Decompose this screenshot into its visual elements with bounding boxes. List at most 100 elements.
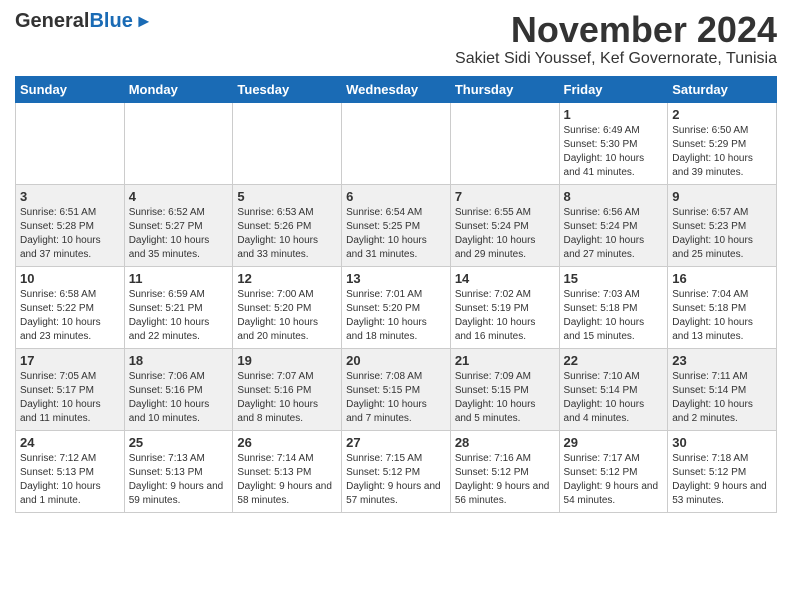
day-number: 12 bbox=[237, 271, 337, 286]
day-info: Sunrise: 6:57 AM Sunset: 5:23 PM Dayligh… bbox=[672, 206, 772, 262]
calendar-cell: 28 Sunrise: 7:16 AM Sunset: 5:12 PM Dayli… bbox=[450, 430, 559, 512]
day-number: 5 bbox=[237, 189, 337, 204]
page-container: General Blue ► November 2024 Sakiet Sidi… bbox=[0, 0, 792, 523]
calendar-cell: 18 Sunrise: 7:06 AM Sunset: 5:16 PM Dayli… bbox=[124, 348, 233, 430]
header-day-wednesday: Wednesday bbox=[342, 76, 451, 102]
logo-general-text: General bbox=[15, 10, 89, 33]
calendar-cell: 10Sunrise: 6:58 AM Sunset: 5:22 PM Dayli… bbox=[16, 266, 125, 348]
day-info: Sunrise: 7:10 AM Sunset: 5:14 PM Dayligh… bbox=[564, 370, 664, 426]
day-number: 11 bbox=[129, 271, 229, 286]
week-row-1: 1 Sunrise: 6:49 AM Sunset: 5:30 PM Daylig… bbox=[16, 102, 777, 184]
day-number: 26 bbox=[237, 435, 337, 450]
calendar-cell: 11 Sunrise: 6:59 AM Sunset: 5:21 PM Dayli… bbox=[124, 266, 233, 348]
day-info: Sunrise: 7:05 AM Sunset: 5:17 PM Dayligh… bbox=[20, 370, 120, 426]
day-number: 2 bbox=[672, 107, 772, 122]
day-info: Sunrise: 7:07 AM Sunset: 5:16 PM Dayligh… bbox=[237, 370, 337, 426]
day-number: 3 bbox=[20, 189, 120, 204]
logo-blue-text: Blue bbox=[89, 10, 132, 33]
header: General Blue ► November 2024 Sakiet Sidi… bbox=[15, 10, 777, 68]
day-number: 15 bbox=[564, 271, 664, 286]
title-block: November 2024 Sakiet Sidi Youssef, Kef G… bbox=[455, 10, 777, 68]
day-info: Sunrise: 7:01 AM Sunset: 5:20 PM Dayligh… bbox=[346, 288, 446, 344]
day-info: Sunrise: 7:12 AM Sunset: 5:13 PM Dayligh… bbox=[20, 452, 120, 508]
calendar-cell: 14Sunrise: 7:02 AM Sunset: 5:19 PM Dayli… bbox=[450, 266, 559, 348]
calendar-cell: 15 Sunrise: 7:03 AM Sunset: 5:18 PM Dayli… bbox=[559, 266, 668, 348]
calendar-cell: 5Sunrise: 6:53 AM Sunset: 5:26 PM Daylig… bbox=[233, 184, 342, 266]
logo-icon: ► bbox=[135, 11, 153, 32]
day-info: Sunrise: 7:09 AM Sunset: 5:15 PM Dayligh… bbox=[455, 370, 555, 426]
header-day-friday: Friday bbox=[559, 76, 668, 102]
day-info: Sunrise: 6:54 AM Sunset: 5:25 PM Dayligh… bbox=[346, 206, 446, 262]
day-info: Sunrise: 7:16 AM Sunset: 5:12 PM Dayligh… bbox=[455, 452, 555, 508]
calendar-cell: 7 Sunrise: 6:55 AM Sunset: 5:24 PM Daylig… bbox=[450, 184, 559, 266]
day-info: Sunrise: 6:49 AM Sunset: 5:30 PM Dayligh… bbox=[564, 124, 664, 180]
calendar-body: 1 Sunrise: 6:49 AM Sunset: 5:30 PM Daylig… bbox=[16, 102, 777, 512]
day-info: Sunrise: 7:08 AM Sunset: 5:15 PM Dayligh… bbox=[346, 370, 446, 426]
day-number: 24 bbox=[20, 435, 120, 450]
calendar-cell: 4Sunrise: 6:52 AM Sunset: 5:27 PM Daylig… bbox=[124, 184, 233, 266]
calendar-cell: 26Sunrise: 7:14 AM Sunset: 5:13 PM Dayli… bbox=[233, 430, 342, 512]
week-row-2: 3Sunrise: 6:51 AM Sunset: 5:28 PM Daylig… bbox=[16, 184, 777, 266]
day-info: Sunrise: 7:11 AM Sunset: 5:14 PM Dayligh… bbox=[672, 370, 772, 426]
day-number: 21 bbox=[455, 353, 555, 368]
day-number: 16 bbox=[672, 271, 772, 286]
day-info: Sunrise: 7:03 AM Sunset: 5:18 PM Dayligh… bbox=[564, 288, 664, 344]
day-number: 7 bbox=[455, 189, 555, 204]
day-number: 14 bbox=[455, 271, 555, 286]
day-number: 1 bbox=[564, 107, 664, 122]
calendar-cell bbox=[124, 102, 233, 184]
day-number: 13 bbox=[346, 271, 446, 286]
week-row-3: 10Sunrise: 6:58 AM Sunset: 5:22 PM Dayli… bbox=[16, 266, 777, 348]
day-number: 28 bbox=[455, 435, 555, 450]
calendar-cell bbox=[233, 102, 342, 184]
header-day-saturday: Saturday bbox=[668, 76, 777, 102]
day-number: 29 bbox=[564, 435, 664, 450]
calendar-cell: 6Sunrise: 6:54 AM Sunset: 5:25 PM Daylig… bbox=[342, 184, 451, 266]
day-number: 10 bbox=[20, 271, 120, 286]
day-info: Sunrise: 7:00 AM Sunset: 5:20 PM Dayligh… bbox=[237, 288, 337, 344]
header-day-monday: Monday bbox=[124, 76, 233, 102]
calendar-cell: 8 Sunrise: 6:56 AM Sunset: 5:24 PM Daylig… bbox=[559, 184, 668, 266]
day-info: Sunrise: 6:59 AM Sunset: 5:21 PM Dayligh… bbox=[129, 288, 229, 344]
day-info: Sunrise: 6:56 AM Sunset: 5:24 PM Dayligh… bbox=[564, 206, 664, 262]
calendar-cell: 16 Sunrise: 7:04 AM Sunset: 5:18 PM Dayli… bbox=[668, 266, 777, 348]
day-info: Sunrise: 7:18 AM Sunset: 5:12 PM Dayligh… bbox=[672, 452, 772, 508]
day-number: 4 bbox=[129, 189, 229, 204]
header-day-tuesday: Tuesday bbox=[233, 76, 342, 102]
day-info: Sunrise: 6:55 AM Sunset: 5:24 PM Dayligh… bbox=[455, 206, 555, 262]
month-title: November 2024 bbox=[455, 10, 777, 50]
calendar-table: SundayMondayTuesdayWednesdayThursdayFrid… bbox=[15, 76, 777, 513]
location: Sakiet Sidi Youssef, Kef Governorate, Tu… bbox=[455, 50, 777, 68]
day-number: 17 bbox=[20, 353, 120, 368]
header-row: SundayMondayTuesdayWednesdayThursdayFrid… bbox=[16, 76, 777, 102]
calendar-cell: 24 Sunrise: 7:12 AM Sunset: 5:13 PM Dayli… bbox=[16, 430, 125, 512]
header-day-thursday: Thursday bbox=[450, 76, 559, 102]
calendar-cell: 2 Sunrise: 6:50 AM Sunset: 5:29 PM Daylig… bbox=[668, 102, 777, 184]
day-number: 23 bbox=[672, 353, 772, 368]
calendar-cell: 12 Sunrise: 7:00 AM Sunset: 5:20 PM Dayli… bbox=[233, 266, 342, 348]
day-number: 22 bbox=[564, 353, 664, 368]
day-number: 8 bbox=[564, 189, 664, 204]
day-info: Sunrise: 7:13 AM Sunset: 5:13 PM Dayligh… bbox=[129, 452, 229, 508]
calendar-cell: 23 Sunrise: 7:11 AM Sunset: 5:14 PM Dayli… bbox=[668, 348, 777, 430]
calendar-cell bbox=[450, 102, 559, 184]
day-number: 20 bbox=[346, 353, 446, 368]
calendar-cell: 22 Sunrise: 7:10 AM Sunset: 5:14 PM Dayli… bbox=[559, 348, 668, 430]
calendar-cell: 29 Sunrise: 7:17 AM Sunset: 5:12 PM Dayli… bbox=[559, 430, 668, 512]
calendar-cell: 13 Sunrise: 7:01 AM Sunset: 5:20 PM Dayli… bbox=[342, 266, 451, 348]
calendar-cell: 25Sunrise: 7:13 AM Sunset: 5:13 PM Dayli… bbox=[124, 430, 233, 512]
week-row-4: 17 Sunrise: 7:05 AM Sunset: 5:17 PM Dayli… bbox=[16, 348, 777, 430]
logo: General Blue ► bbox=[15, 10, 153, 33]
calendar-cell: 17 Sunrise: 7:05 AM Sunset: 5:17 PM Dayli… bbox=[16, 348, 125, 430]
day-info: Sunrise: 6:50 AM Sunset: 5:29 PM Dayligh… bbox=[672, 124, 772, 180]
day-number: 18 bbox=[129, 353, 229, 368]
day-info: Sunrise: 7:04 AM Sunset: 5:18 PM Dayligh… bbox=[672, 288, 772, 344]
calendar-cell bbox=[342, 102, 451, 184]
calendar-cell: 20 Sunrise: 7:08 AM Sunset: 5:15 PM Dayli… bbox=[342, 348, 451, 430]
day-info: Sunrise: 7:17 AM Sunset: 5:12 PM Dayligh… bbox=[564, 452, 664, 508]
day-number: 9 bbox=[672, 189, 772, 204]
day-number: 27 bbox=[346, 435, 446, 450]
day-info: Sunrise: 7:06 AM Sunset: 5:16 PM Dayligh… bbox=[129, 370, 229, 426]
calendar-header: SundayMondayTuesdayWednesdayThursdayFrid… bbox=[16, 76, 777, 102]
calendar-cell: 30Sunrise: 7:18 AM Sunset: 5:12 PM Dayli… bbox=[668, 430, 777, 512]
